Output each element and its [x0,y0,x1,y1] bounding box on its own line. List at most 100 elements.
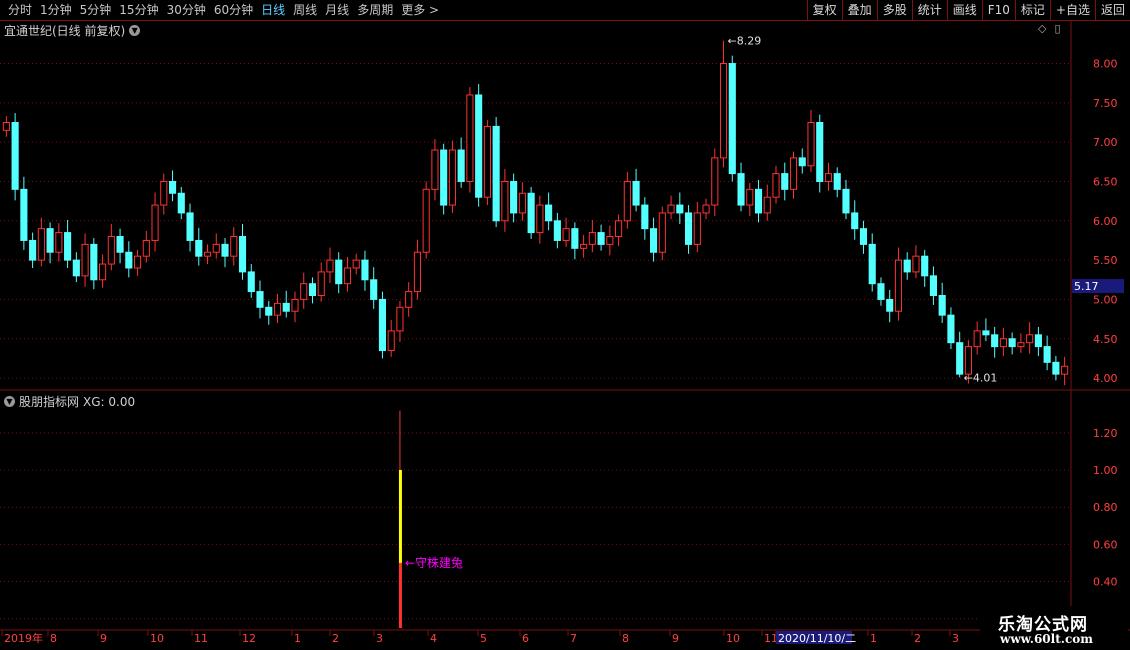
candle-body [37,228,45,261]
signal-bar-yellow [398,470,402,563]
candle-body [151,204,159,241]
candle-body [387,330,395,352]
candle-body [641,204,649,230]
candle-body [1026,334,1034,344]
candle-body [300,283,308,300]
candle-body [256,291,264,308]
time-axis-label: 3 [952,632,959,645]
price-tick-label: 5.00 [1093,293,1118,306]
candle-body [64,232,72,261]
candle-body [1034,334,1042,348]
candle-body [597,232,605,245]
candle-body [632,180,640,206]
candle-body [982,330,990,336]
candle-body [929,275,937,297]
candle-body [719,63,728,159]
candle-body [903,259,911,273]
candle-body [518,192,526,214]
candle-body [1008,338,1016,348]
candle-body [789,157,798,190]
candle-body [684,212,693,245]
candle-body [798,157,806,167]
time-axis-label: 2 [332,632,339,645]
candle-body [737,173,745,206]
sub-tick-label: 0.60 [1093,538,1118,551]
candle-body [877,283,885,300]
low-price-label: ←4.01 [964,371,998,384]
time-axis-label: 10 [150,632,164,645]
candle-body [588,232,596,245]
candle-body [107,236,115,265]
candle-body [851,212,859,230]
candle-body [11,122,19,190]
time-axis-label: 8 [50,632,57,645]
candle-body [501,180,509,222]
time-axis-label: 9 [100,632,107,645]
candle-body [693,212,701,245]
candle-body [536,204,544,234]
candle-body [938,295,946,316]
candle-body [265,306,273,316]
price-tick-label: 6.50 [1093,175,1118,188]
candle-body [658,212,666,253]
candle-body [273,302,282,316]
time-axis-label: 5 [480,632,487,645]
candle-body [466,94,474,182]
candle-body [964,346,972,375]
candle-body [623,180,631,222]
candle-body [781,173,789,190]
candle-body [772,173,780,198]
sub-tick-label: 1.00 [1093,464,1118,477]
candle-body [545,204,553,222]
price-tick-label: 7.00 [1093,136,1118,149]
sub-tick-label: 0.40 [1093,576,1118,589]
price-tick-label: 4.50 [1093,333,1118,346]
time-axis-label: 11 [194,632,208,645]
candle-body [405,291,413,308]
candle-body [343,267,352,285]
candle-body [125,251,133,269]
candle-body [212,243,220,253]
candle-body [413,251,421,293]
candle-body [886,298,894,312]
candle-body [326,259,334,273]
candle-body [29,239,37,261]
candle-body [562,228,570,241]
candle-body [991,334,999,348]
candle-body [816,122,824,182]
candle-body [807,122,815,167]
candle-body [317,271,325,296]
price-tick-label: 4.00 [1093,372,1118,385]
candle-body [1043,346,1051,363]
sub-tick-label: 0.80 [1093,501,1118,514]
candle-body [20,188,28,241]
candle-body [580,243,588,249]
candle-body [238,236,247,273]
candle-body [1061,365,1069,375]
signal-bar-red [398,562,402,628]
candle-body [859,228,868,245]
candle-body [676,204,684,214]
price-tick-label: 8.00 [1093,58,1118,71]
candle-body [81,243,89,277]
price-tick-label: 5.50 [1093,254,1118,267]
time-axis-label: 3 [376,632,383,645]
candle-body [999,338,1007,348]
candle-body [72,259,80,277]
candle-body [824,173,833,182]
current-price-label: 5.17 [1074,280,1099,293]
price-chart[interactable]: 8.00 7.50 7.00 6.50 6.00 5.50 5.00 4.50 4.00 5.17… [0,0,1130,650]
signal-annotation: ←守株建兔 [405,555,463,570]
time-axis-label: 1 [294,632,301,645]
candle-body [2,122,10,131]
candle-body [335,259,343,285]
candle-body [833,173,841,190]
candle-body [378,298,387,352]
candle-body [448,149,456,206]
candle-body [168,180,177,194]
candle-body [370,279,378,300]
price-tick-label: 6.00 [1093,215,1118,228]
candle-body [440,149,448,206]
watermark-url: www.60lt.com [1000,632,1093,646]
candle-body [553,220,561,241]
